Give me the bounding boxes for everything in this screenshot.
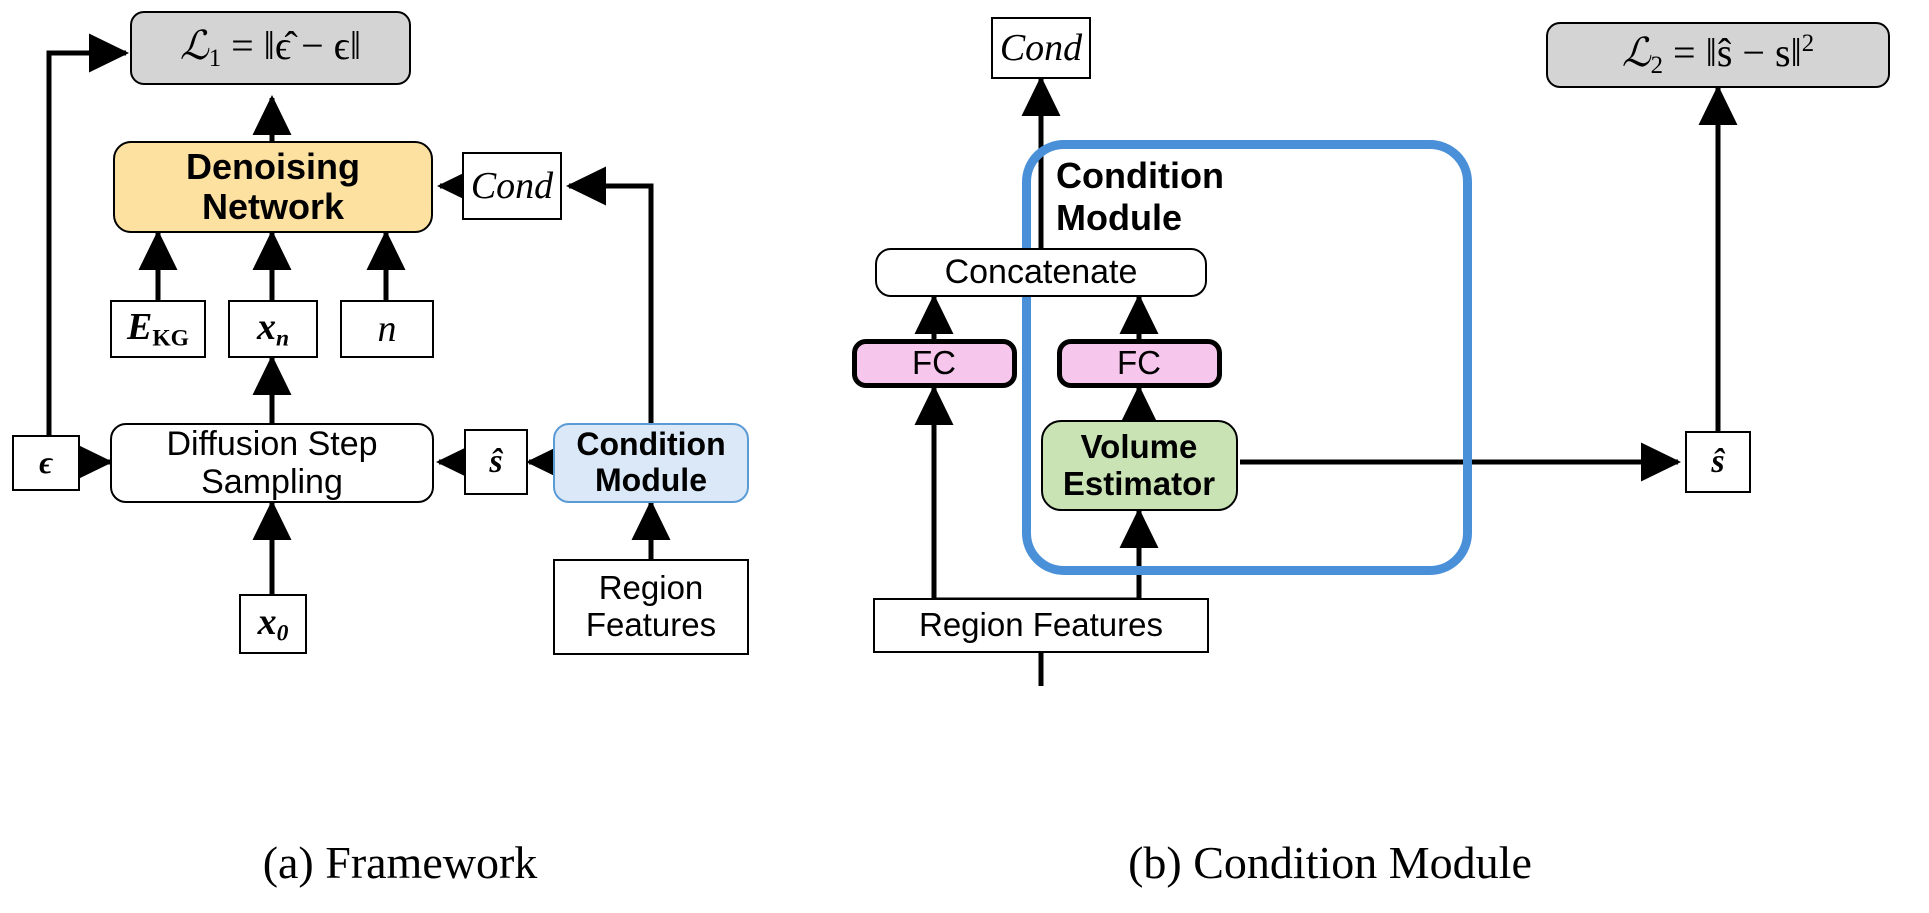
loss2-superscript: 2 <box>1801 30 1815 58</box>
caption-panel-a: (a) Framework <box>160 836 640 889</box>
cond-label-b: Cond <box>999 26 1083 69</box>
ekg-symbol: E <box>127 306 153 349</box>
condition-module-box-a[interactable]: Condition Module <box>553 423 749 503</box>
loss2-symbol: ℒ <box>1621 30 1651 76</box>
shat-label-a: ŝ <box>489 442 503 480</box>
denoising-network-box[interactable]: Denoising Network <box>113 141 433 233</box>
figure-canvas: ℒ1 = ‖ϵ̂ − ϵ‖ Denoising Network Cond EKG… <box>0 0 1929 913</box>
loss2-subscript: 2 <box>1650 52 1664 80</box>
loss1-expression: = ‖ϵ̂ − ϵ‖ <box>231 22 362 68</box>
xn-subscript: n <box>275 325 290 352</box>
loss1-symbol: ℒ <box>179 22 209 68</box>
fc-box-right[interactable]: FC <box>1056 339 1222 388</box>
x0-label: x0 <box>258 601 289 647</box>
volume-estimator-box[interactable]: Volume Estimator <box>1040 420 1238 511</box>
region-features-label-a-line1: Region <box>598 569 704 607</box>
diffusion-step-sampling-box[interactable]: Diffusion Step Sampling <box>110 423 434 503</box>
epsilon-label: ϵ <box>39 444 53 481</box>
fc-label-left: FC <box>912 344 956 382</box>
n-box: n <box>340 300 434 358</box>
arrow-epsilon-to-loss1 <box>46 33 129 435</box>
xn-symbol: x <box>256 306 276 349</box>
x0-subscript: 0 <box>276 620 289 647</box>
condition-module-label-a-line1: Condition <box>576 426 726 463</box>
loss2-box: ℒ2 = ‖ŝ − s‖2 <box>1546 22 1890 88</box>
ekg-box: EKG <box>110 300 206 358</box>
volume-estimator-label-line2: Estimator <box>1062 464 1216 502</box>
concatenate-label: Concatenate <box>944 253 1138 292</box>
loss1-formula: ℒ1 = ‖ϵ̂ − ϵ‖ <box>179 22 362 73</box>
shat-box-b: ŝ <box>1685 431 1751 493</box>
cond-box-b: Cond <box>991 17 1091 79</box>
loss2-expression: = ‖ŝ − s‖ <box>1673 30 1802 76</box>
x0-box: x0 <box>239 594 307 654</box>
n-label: n <box>377 307 397 350</box>
cond-label-a: Cond <box>470 164 554 207</box>
condition-module-label-a-line2: Module <box>595 462 707 498</box>
shat-box-a: ŝ <box>464 429 528 495</box>
diffusion-step-label-line2: Sampling <box>201 463 343 501</box>
region-features-box-b: Region Features <box>873 598 1209 653</box>
region-features-box-a: Region Features <box>553 559 749 655</box>
loss1-box: ℒ1 = ‖ϵ̂ − ϵ‖ <box>130 11 411 85</box>
ekg-subscript: KG <box>152 325 189 352</box>
loss1-subscript: 1 <box>208 44 222 72</box>
denoising-network-label-line1: Denoising <box>185 145 360 187</box>
epsilon-box: ϵ <box>12 435 80 491</box>
region-features-label-a-line2: Features <box>585 606 717 643</box>
arrow-condmodule-to-cond <box>566 166 654 423</box>
cond-box-a: Cond <box>462 152 562 220</box>
condition-module-label-b-line1: Condition <box>1056 155 1224 196</box>
fc-box-left[interactable]: FC <box>851 339 1017 388</box>
condition-module-container-label: Condition Module <box>1056 155 1286 240</box>
concatenate-box[interactable]: Concatenate <box>875 248 1207 297</box>
caption-panel-b: (b) Condition Module <box>990 836 1670 889</box>
x0-symbol: x <box>257 601 277 644</box>
region-features-label-b: Region Features <box>919 606 1163 644</box>
fc-label-right: FC <box>1117 344 1161 382</box>
caption-a-text: (a) Framework <box>262 837 538 888</box>
caption-b-text: (b) Condition Module <box>1128 837 1532 888</box>
loss2-formula: ℒ2 = ‖ŝ − s‖2 <box>1622 30 1814 80</box>
xn-label: xn <box>257 306 289 352</box>
condition-module-label-b-line2: Module <box>1056 197 1182 239</box>
volume-estimator-label-line1: Volume <box>1080 427 1198 465</box>
xn-box: xn <box>228 300 318 358</box>
ekg-label: EKG <box>127 306 189 352</box>
diffusion-step-label-line1: Diffusion Step <box>166 424 378 463</box>
denoising-network-label-line2: Network <box>201 186 345 227</box>
shat-label-b: ŝ <box>1711 442 1725 480</box>
